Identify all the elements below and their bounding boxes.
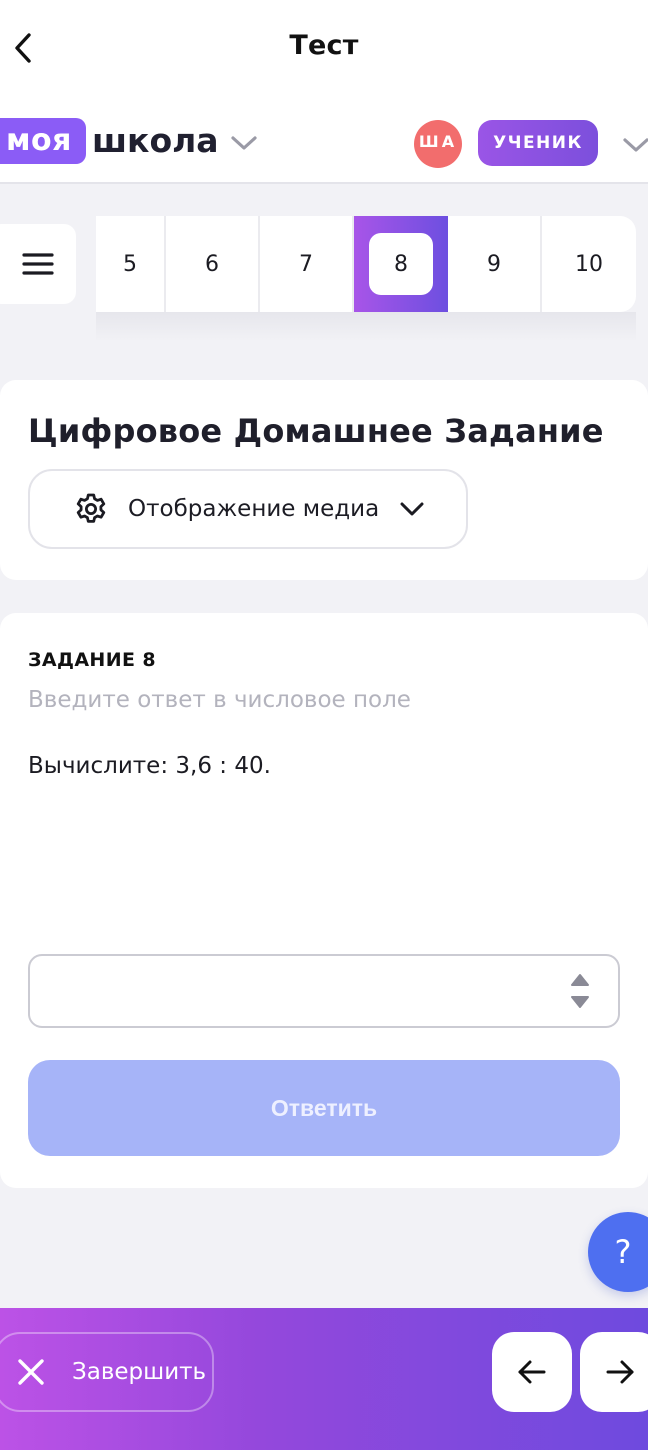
chevron-down-icon: [400, 502, 424, 516]
avatar[interactable]: ША: [414, 120, 462, 168]
menu-button[interactable]: [0, 224, 76, 304]
homework-title: Цифровое Домашнее Задание: [28, 412, 604, 450]
page-item-5[interactable]: 5: [96, 216, 166, 312]
task-hint: Введите ответ в числовое поле: [28, 687, 411, 713]
prev-task-button[interactable]: [492, 1332, 572, 1412]
page-item-7[interactable]: 7: [260, 216, 354, 312]
arrow-left-icon: [518, 1360, 546, 1384]
task-pager: 5 6 7 8 9 10: [96, 216, 636, 312]
media-display-select[interactable]: Отображение медиа: [28, 469, 468, 549]
role-badge[interactable]: УЧЕНИК: [478, 120, 598, 166]
finish-button[interactable]: Завершить: [0, 1332, 214, 1412]
arrow-right-icon: [606, 1360, 634, 1384]
close-icon: [18, 1359, 44, 1385]
hamburger-icon: [22, 253, 54, 275]
page-title: Тест: [289, 30, 359, 61]
task-question: Вычислите: 3,6 : 40.: [28, 753, 271, 779]
page-item-9[interactable]: 9: [448, 216, 542, 312]
task-number: ЗАДАНИЕ 8: [28, 649, 157, 671]
task-card: ЗАДАНИЕ 8 Введите ответ в числовое поле …: [0, 613, 648, 1188]
page-item-10[interactable]: 10: [542, 216, 636, 312]
chevron-down-icon[interactable]: [620, 132, 648, 158]
answer-number-input[interactable]: [28, 954, 620, 1028]
help-button[interactable]: ?: [588, 1212, 648, 1292]
pager-shadow: [96, 312, 636, 342]
media-select-label: Отображение медиа: [128, 496, 380, 522]
page-item-8-active[interactable]: 8: [354, 216, 448, 312]
chevron-down-icon[interactable]: [228, 130, 260, 156]
page-item-6[interactable]: 6: [166, 216, 260, 312]
logo-shkola: школа: [92, 121, 219, 160]
submit-answer-button[interactable]: Ответить: [28, 1060, 620, 1156]
homework-header-card: Цифровое Домашнее Задание Отображение ме…: [0, 380, 648, 580]
bottom-bar: Завершить: [0, 1308, 648, 1450]
app-header: моя школа ША УЧЕНИК: [0, 96, 648, 184]
logo-moya: моя: [0, 118, 86, 164]
navbar: Тест: [0, 0, 648, 96]
next-task-button[interactable]: [580, 1332, 648, 1412]
finish-button-label: Завершить: [72, 1359, 207, 1385]
gear-icon: [76, 493, 106, 523]
number-spinner-icon[interactable]: [566, 969, 594, 1013]
